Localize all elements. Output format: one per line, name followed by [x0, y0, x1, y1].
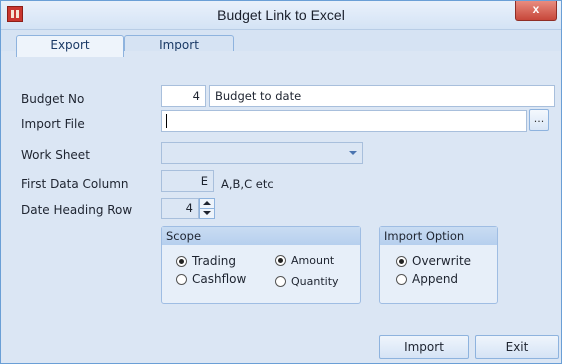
work-sheet-label: Work Sheet	[21, 148, 90, 162]
radio-overwrite-label: Overwrite	[412, 254, 472, 268]
exit-button[interactable]: Exit	[475, 335, 559, 359]
scope-group: Scope Trading Cashflow Amount Quantity	[161, 226, 361, 304]
radio-checked-icon	[176, 255, 187, 267]
radio-trading[interactable]: Trading	[176, 254, 236, 268]
first-data-column-label: First Data Column	[21, 177, 129, 191]
tab-strip: Export Import	[1, 29, 561, 57]
chevron-down-icon	[349, 151, 357, 155]
budget-name-field[interactable]: Budget to date	[209, 85, 555, 107]
scope-title: Scope	[162, 227, 360, 245]
radio-cashflow-label: Cashflow	[192, 272, 247, 286]
radio-quantity-label: Quantity	[291, 275, 339, 288]
radio-append[interactable]: Append	[396, 272, 458, 286]
work-sheet-dropdown[interactable]	[161, 142, 363, 164]
radio-quantity[interactable]: Quantity	[275, 275, 339, 288]
import-button[interactable]: Import	[379, 335, 469, 359]
first-data-column-field[interactable]: E	[161, 170, 214, 192]
radio-unchecked-icon	[396, 273, 407, 285]
radio-trading-label: Trading	[192, 254, 237, 268]
radio-overwrite[interactable]: Overwrite	[396, 254, 471, 268]
import-file-input[interactable]	[161, 110, 527, 132]
date-heading-row-field[interactable]: 4	[161, 198, 199, 219]
date-heading-row-spinner[interactable]	[199, 198, 215, 219]
import-option-title: Import Option	[380, 227, 497, 245]
import-option-group: Import Option Overwrite Append	[379, 226, 498, 304]
spin-down-icon[interactable]	[200, 209, 214, 218]
spin-up-icon[interactable]	[200, 199, 214, 209]
close-button[interactable]: x	[515, 1, 557, 21]
window-title: Budget Link to Excel	[217, 7, 345, 23]
radio-amount-label: Amount	[291, 254, 335, 267]
radio-append-label: Append	[412, 272, 459, 286]
title-bar: Budget Link to Excel x	[1, 1, 561, 30]
import-file-label: Import File	[21, 117, 85, 131]
radio-cashflow[interactable]: Cashflow	[176, 272, 246, 286]
budget-no-label: Budget No	[21, 92, 85, 106]
browse-button[interactable]: ...	[529, 109, 549, 131]
radio-unchecked-icon	[176, 273, 187, 285]
tab-export[interactable]: Export	[16, 35, 124, 57]
radio-checked-icon	[275, 255, 286, 266]
text-caret	[166, 114, 167, 128]
first-data-column-hint: A,B,C etc	[221, 177, 274, 191]
import-panel: Budget No 4 Budget to date Import File .…	[1, 51, 561, 363]
date-heading-row-label: Date Heading Row	[21, 203, 133, 217]
radio-checked-icon	[396, 255, 407, 267]
radio-amount[interactable]: Amount	[275, 254, 334, 267]
budget-link-window: Budget Link to Excel x Export Import Bud…	[0, 0, 562, 364]
budget-no-field[interactable]: 4	[161, 85, 206, 107]
radio-unchecked-icon	[275, 276, 286, 287]
